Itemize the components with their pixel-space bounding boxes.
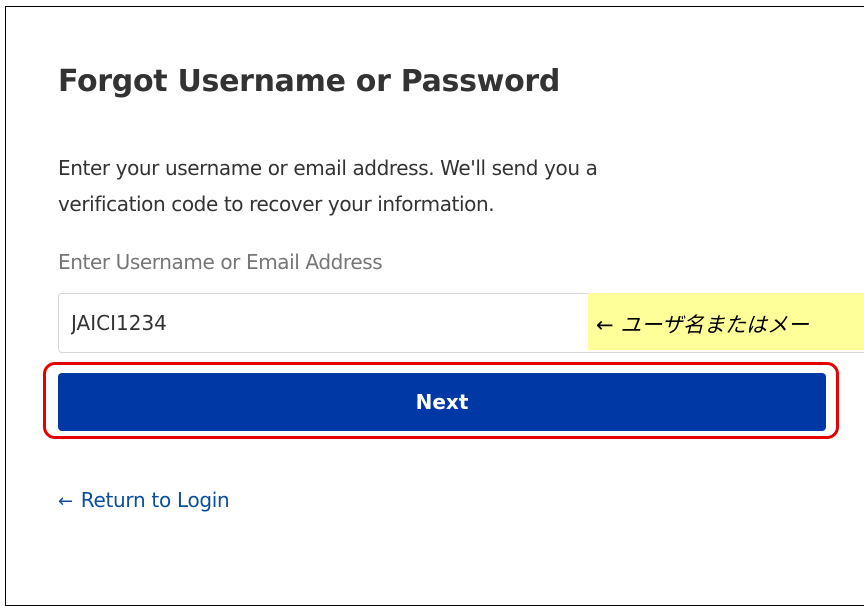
username-field-label: Enter Username or Email Address (58, 250, 383, 274)
page-title: Forgot Username or Password (58, 64, 561, 99)
instructions-text: Enter your username or email address. We… (58, 156, 598, 216)
next-button[interactable]: Next (58, 373, 826, 431)
return-to-login-label: Return to Login (80, 488, 230, 512)
back-arrow-icon: ← (58, 491, 73, 512)
return-to-login-link[interactable]: ← Return to Login (58, 488, 230, 512)
annotation-note: ← ユーザ名またはメー (588, 293, 864, 350)
